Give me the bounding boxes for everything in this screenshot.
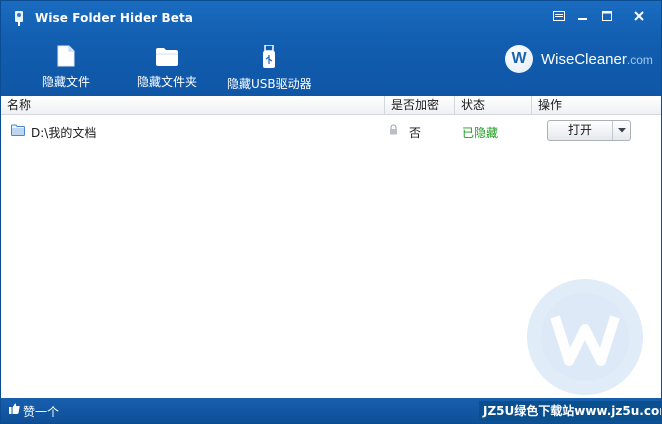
folder-icon xyxy=(156,48,178,66)
minimize-button[interactable] xyxy=(571,7,595,25)
chevron-down-icon xyxy=(617,128,626,133)
open-dropdown-button[interactable] xyxy=(612,121,630,140)
folder-path: D:\我的文档 xyxy=(31,126,97,140)
app-icon xyxy=(15,11,23,26)
open-button[interactable]: 打开 xyxy=(548,121,612,140)
file-icon xyxy=(57,45,75,67)
like-label: 赞一个 xyxy=(23,405,60,419)
brand-suffix: .com xyxy=(626,53,653,67)
column-action[interactable]: 操作 xyxy=(532,96,661,115)
header: Wise Folder Hider Beta 隐藏文件 隐藏文件夹 隐藏USB驱… xyxy=(1,1,661,96)
maximize-button[interactable] xyxy=(595,7,619,25)
hide-usb-button[interactable]: 隐藏USB驱动器 xyxy=(227,45,312,91)
hide-file-label: 隐藏文件 xyxy=(41,75,90,89)
column-encrypted[interactable]: 是否加密 xyxy=(385,96,455,115)
column-status[interactable]: 状态 xyxy=(455,96,532,115)
menu-icon xyxy=(553,11,565,21)
window-title: Wise Folder Hider Beta xyxy=(35,11,194,25)
status-badge: 已隐藏 xyxy=(462,126,499,140)
title-bar[interactable]: Wise Folder Hider Beta xyxy=(1,1,661,35)
hide-folder-label: 隐藏文件夹 xyxy=(136,75,197,89)
brand-name: WiseCleaner.com xyxy=(541,51,653,68)
lock-icon xyxy=(390,124,397,135)
menu-button[interactable] xyxy=(547,7,571,25)
open-split-button: 打开 xyxy=(547,120,631,141)
column-name[interactable]: 名称 xyxy=(1,96,385,115)
encrypted-value: 否 xyxy=(409,126,422,140)
minimize-icon xyxy=(578,18,587,20)
hide-folder-button[interactable]: 隐藏文件夹 xyxy=(131,45,203,91)
close-button[interactable] xyxy=(627,7,651,25)
site-watermark-tag: JZ5U绿色下载站www.jz5u.com xyxy=(479,401,661,421)
usb-drive-icon xyxy=(263,45,275,68)
app-window: Wise Folder Hider Beta 隐藏文件 隐藏文件夹 隐藏USB驱… xyxy=(0,0,662,424)
close-icon xyxy=(634,11,644,21)
hide-file-button[interactable]: 隐藏文件 xyxy=(31,45,101,91)
thumbs-up-icon xyxy=(9,403,20,414)
folder-icon xyxy=(11,124,25,136)
wisecleaner-watermark-icon xyxy=(527,279,643,395)
maximize-icon xyxy=(602,11,612,21)
wisecleaner-logo: W xyxy=(505,45,533,73)
hide-usb-label: 隐藏USB驱动器 xyxy=(227,77,312,91)
table-row[interactable]: D:\我的文档 否 已隐藏 打开 xyxy=(1,117,661,145)
status-bar: 赞一个 JZ5U绿色下载站www.jz5u.com xyxy=(1,398,661,423)
table-header: 名称 是否加密 状态 操作 xyxy=(1,96,661,115)
